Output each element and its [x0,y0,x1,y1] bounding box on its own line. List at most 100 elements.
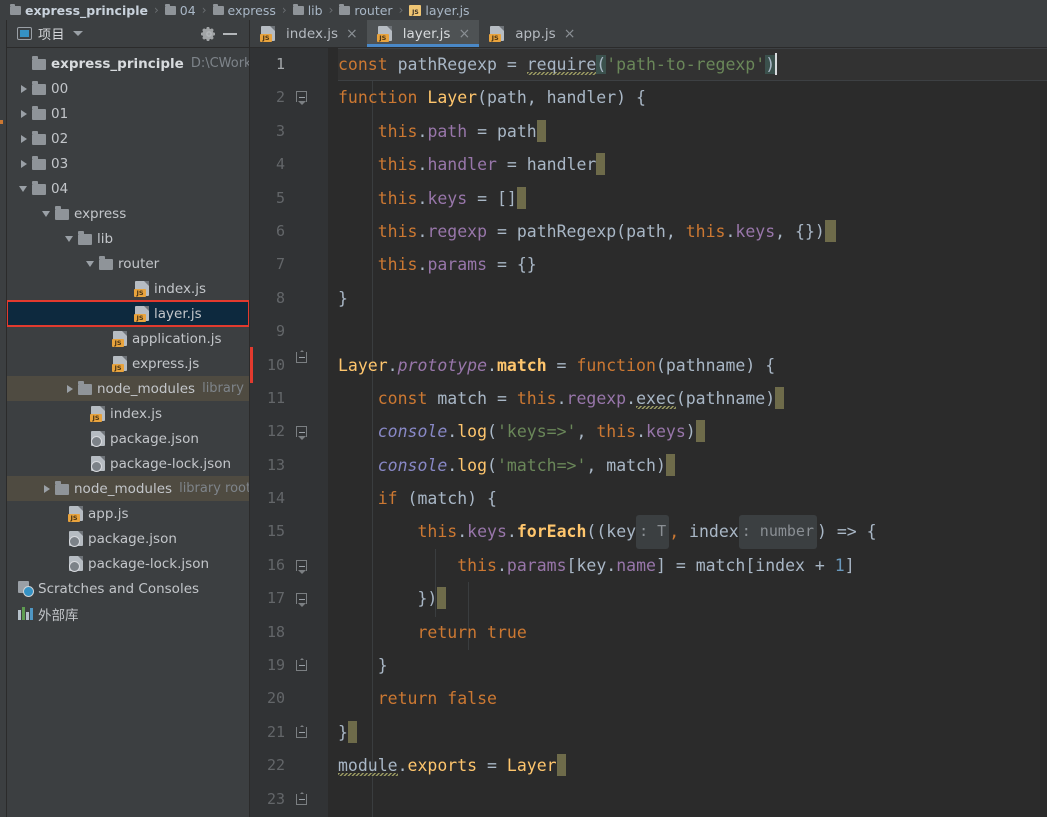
expand-arrow-icon[interactable] [18,82,32,96]
code-line-23[interactable] [338,783,1047,816]
tree-row-router[interactable]: router [7,251,249,276]
collapse-arrow-icon[interactable] [41,207,55,221]
breadcrumb-item-0[interactable]: express_principle [10,3,148,18]
code-line-12[interactable]: console.log('keys=>', this.keys) [338,415,1047,448]
tree-row-03[interactable]: 03 [7,151,249,176]
code-line-1[interactable]: const pathRegexp = require('path-to-rege… [338,48,1047,82]
tree-item-label: layer.js [154,305,202,322]
code-line-8[interactable]: } [338,282,1047,315]
breadcrumb-separator: › [153,3,159,17]
fold-handle-function-layer[interactable] [296,91,309,105]
json-file-icon [69,556,83,572]
expand-arrow-icon[interactable] [41,482,55,496]
inlay-hint-key-type[interactable]: : T [636,515,670,549]
tree-row-lib[interactable]: lib [7,226,249,251]
tree-row-02[interactable]: 02 [7,126,249,151]
chevron-down-icon[interactable] [73,31,84,36]
tree-row-layer-js[interactable]: layer.js [7,300,249,327]
code-line-14[interactable]: if (match) { [338,482,1047,515]
expand-arrow-icon[interactable] [18,157,32,171]
expand-arrow-icon[interactable] [64,382,78,396]
code-line-20[interactable]: return false [338,682,1047,715]
code-line-19[interactable]: } [338,649,1047,682]
code-line-10[interactable]: Layer.prototype.match = function(pathnam… [338,349,1047,382]
js-file-icon [90,406,105,422]
close-icon[interactable]: × [346,27,358,41]
folder-icon [212,3,224,15]
breadcrumb-item-4[interactable]: router [339,3,393,18]
breadcrumb-item-2[interactable]: express [212,3,276,18]
code-line-21[interactable]: } [338,716,1047,749]
code-line-18[interactable]: return true [338,616,1047,649]
breadcrumb-item-3[interactable]: lib [292,3,323,18]
line-number: 8 [275,288,285,307]
external-libraries-icon [18,607,33,620]
tree-row-root-package-json[interactable]: package.json [7,526,249,551]
tree-row-express-index-js[interactable]: index.js [7,401,249,426]
breadcrumb-item-1[interactable]: 04 [164,3,196,18]
editor-tab-layer-js[interactable]: layer.js × [366,20,480,47]
tree-row-root-package-lock-json[interactable]: package-lock.json [7,551,249,576]
tree-row-app-js[interactable]: app.js [7,501,249,526]
code-line-13[interactable]: console.log('match=>', match) [338,449,1047,482]
tree-row-00[interactable]: 00 [7,76,249,101]
code-line-6[interactable]: this.regexp = pathRegexp(path, this.keys… [338,215,1047,248]
tree-row-express-package-json[interactable]: package.json [7,426,249,451]
editor-tab-index-js[interactable]: index.js × [250,20,367,47]
fold-handle-match-fn-end[interactable] [296,791,309,807]
breadcrumb-item-5[interactable]: JS layer.js [409,3,470,18]
line-number: 7 [275,255,285,274]
editor-gutter[interactable]: 1 2 3 4 5 6 7 8 9 10 11 12 13 14 15 16 1… [250,48,328,817]
tree-row-04[interactable]: 04 [7,176,249,201]
code-line-3[interactable]: this.path = path [338,115,1047,148]
tree-row-express[interactable]: express [7,201,249,226]
tree-row-express_principle[interactable]: express_principle D:\CWork [7,51,249,76]
fold-handle-match-fn[interactable] [296,426,309,440]
fold-handle-foreach-end[interactable] [296,657,309,673]
code-line-15[interactable]: this.keys.forEach((key: T, index: number… [338,515,1047,549]
inlay-hint-index-type[interactable]: : number [738,515,817,549]
breadcrumb[interactable]: express_principle › 04 › express › lib ›… [0,0,1047,20]
expand-arrow-icon[interactable] [18,132,32,146]
tree-row-external-libraries[interactable]: 外部库 [7,601,249,626]
folder-icon [10,3,21,15]
fold-handle-foreach[interactable] [296,593,309,607]
tree-row-scratches-and-consoles[interactable]: Scratches and Consoles [7,576,249,601]
fold-handle-function-layer-end[interactable] [296,349,309,365]
gear-icon[interactable] [201,26,217,42]
code-editor[interactable]: 1 2 3 4 5 6 7 8 9 10 11 12 13 14 15 16 1… [250,48,1047,817]
tree-row-express-js[interactable]: express.js [7,351,249,376]
code-content[interactable]: const pathRegexp = require('path-to-rege… [328,48,1047,817]
folder-icon [339,3,351,15]
tree-row-node_modules-inner[interactable]: node_modules library root [7,376,249,401]
tree-row-express-package-lock-json[interactable]: package-lock.json [7,451,249,476]
code-line-5[interactable]: this.keys = [] [338,182,1047,215]
expand-arrow-icon[interactable] [18,107,32,121]
collapse-arrow-icon[interactable] [18,182,32,196]
code-line-22[interactable]: module.exports = Layer [338,749,1047,782]
code-line-11[interactable]: const match = this.regexp.exec(pathname) [338,382,1047,415]
code-line-7[interactable]: this.params = {} [338,248,1047,281]
code-line-4[interactable]: this.handler = handler [338,148,1047,181]
changed-lines-marker[interactable] [250,347,253,383]
code-line-16[interactable]: this.params[key.name] = match[index + 1] [338,549,1047,582]
collapse-arrow-icon[interactable] [64,232,78,246]
expand-arrow-icon[interactable] [18,57,32,71]
tree-row-router-index-js[interactable]: index.js [7,276,249,301]
minimize-icon[interactable] [223,32,237,35]
close-icon[interactable]: × [458,27,470,41]
editor-tab-app-js[interactable]: app.js × [479,20,584,47]
code-line-2[interactable]: function Layer(path, handler) { [338,81,1047,114]
tree-row-application-js[interactable]: application.js [7,326,249,351]
tree-row-node_modules-outer[interactable]: node_modules library root [7,476,249,501]
code-line-17[interactable]: }) [338,582,1047,615]
collapse-arrow-icon[interactable] [85,257,99,271]
project-tree[interactable]: express_principle D:\CWork 00 01 02 03 0… [7,48,249,817]
fold-handle-if-end[interactable] [296,724,309,740]
tree-row-01[interactable]: 01 [7,101,249,126]
close-icon[interactable]: × [564,27,576,41]
left-tool-strip[interactable] [0,20,7,817]
code-line-9[interactable] [338,315,1047,348]
line-number: 6 [275,221,285,240]
fold-handle-if-match[interactable] [296,560,309,574]
